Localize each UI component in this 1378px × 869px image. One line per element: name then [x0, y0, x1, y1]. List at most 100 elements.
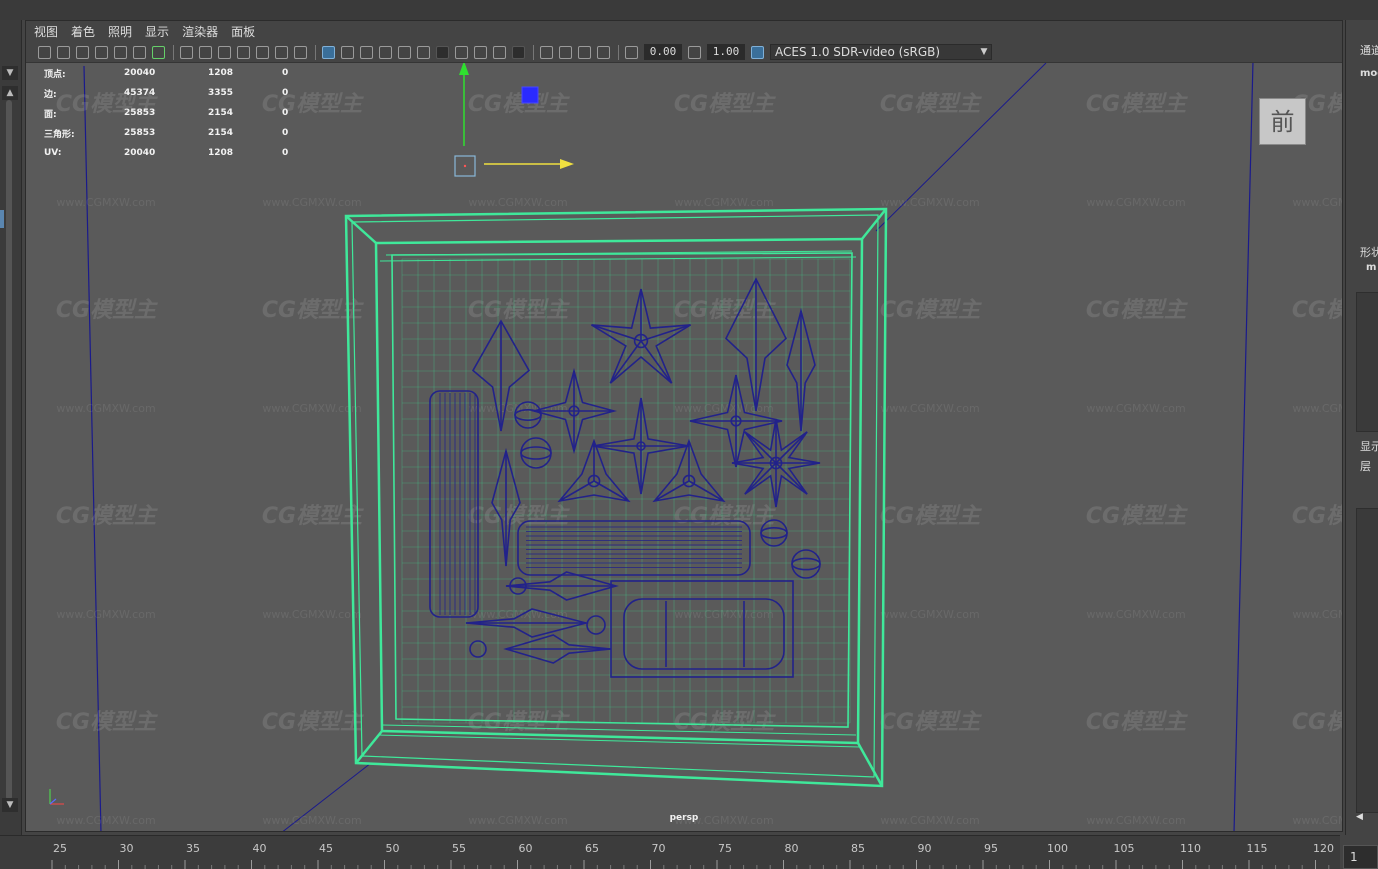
menu-renderer[interactable]: 渲染器: [182, 23, 218, 40]
hud-row: 面: 25853 2154 0: [44, 103, 312, 123]
watermark-logo: CG模型主: [674, 504, 776, 529]
watermark-url: www.CGMXW.com: [674, 196, 773, 209]
gamma-icon[interactable]: [688, 45, 701, 59]
select-camera-icon[interactable]: [38, 45, 51, 59]
menu-view[interactable]: 视图: [34, 23, 58, 40]
toolbar-separator: [315, 44, 316, 60]
exposure-icon[interactable]: [625, 45, 638, 59]
grid-icon[interactable]: [180, 45, 193, 59]
menu-panels[interactable]: 面板: [231, 23, 255, 40]
isolate-select-icon[interactable]: [540, 45, 553, 59]
depth-of-field-icon[interactable]: [512, 45, 525, 59]
textured-icon[interactable]: [398, 45, 411, 59]
hud-row: 顶点: 20040 1208 0: [44, 63, 312, 83]
manipulator-z-handle: [521, 86, 539, 104]
kunai-ring: [586, 615, 606, 635]
annotation-icon[interactable]: [152, 45, 165, 59]
left-tool-panel: ▼ ▲ ▼: [0, 20, 22, 835]
color-management-label: ACES 1.0 SDR-video (sRGB): [775, 45, 941, 59]
safe-action-icon[interactable]: [275, 45, 288, 59]
viewport-panel[interactable]: CG模型主 CG模型主 CG模型主 CG模型主 CG模型主 CG模型主 CG模型主 CG模型主…: [25, 20, 1343, 832]
menu-lighting[interactable]: 照明: [108, 23, 132, 40]
left-scrollbar[interactable]: [6, 100, 12, 800]
watermark-url: www.CGMXW.com: [1292, 196, 1343, 209]
default-material-icon[interactable]: [360, 45, 373, 59]
poly-count-hud: 顶点: 20040 1208 0 边: 45374 3355 0 面: 25853 2154 0 三角形…: [44, 63, 312, 163]
weapon-mesh-group[interactable]: [401, 258, 851, 724]
watermark-logo: CG模型主: [1292, 298, 1343, 323]
watermark-layer: CG模型主 CG模型主 CG模型主 CG模型主 CG模型主 CG模型主 CG模型主 CG模型主…: [56, 92, 1343, 827]
move-manipulator[interactable]: [454, 61, 574, 177]
hud-label: UV:: [44, 148, 62, 158]
2d-pan-zoom-icon[interactable]: [114, 45, 127, 59]
view-cube[interactable]: 前: [1259, 98, 1306, 145]
image-plane-icon[interactable]: [95, 45, 108, 59]
display-tab[interactable]: 显示: [1360, 438, 1378, 454]
bookmarks-icon[interactable]: [76, 45, 89, 59]
color-management-icon[interactable]: [751, 45, 764, 59]
axis-z-line: [49, 798, 57, 805]
timeline-tick-label: 50: [386, 842, 400, 855]
gate-mask-icon[interactable]: [237, 45, 250, 59]
use-all-lights-icon[interactable]: [417, 45, 430, 59]
watermark-url: www.CGMXW.com: [468, 402, 567, 415]
manipulator-x-arrowhead: [560, 159, 574, 169]
resolution-gate-icon[interactable]: [218, 45, 231, 59]
selected-frame-wireframe[interactable]: [344, 207, 888, 788]
motion-blur-icon[interactable]: [474, 45, 487, 59]
watermark-logo: CG模型主: [1292, 504, 1343, 529]
hud-value: 2154: [208, 108, 234, 118]
menu-show[interactable]: 显示: [145, 23, 169, 40]
manipulator-y-arrowhead: [459, 61, 469, 75]
color-management-dropdown[interactable]: ACES 1.0 SDR-video (sRGB) ▼: [770, 44, 992, 60]
frame-bevel-edge: [355, 730, 383, 764]
watermark-logo: CG模型主: [880, 92, 982, 117]
wireframe-shading-icon[interactable]: [322, 45, 335, 59]
hud-value: 1208: [208, 148, 234, 158]
timeline-tick-label: 110: [1180, 842, 1201, 855]
hud-value: 0: [282, 148, 289, 158]
timeline-tick-label: 75: [718, 842, 732, 855]
gamma-field[interactable]: 1.00: [707, 44, 745, 60]
smooth-shading-icon[interactable]: [341, 45, 354, 59]
smoke-bomb-band: [791, 557, 821, 571]
timeline-tick-label: 45: [319, 842, 333, 855]
watermark-url: www.CGMXW.com: [674, 608, 773, 621]
menu-shading[interactable]: 着色: [71, 23, 95, 40]
shadows-icon[interactable]: [436, 45, 449, 59]
film-gate-icon[interactable]: [199, 45, 212, 59]
xray-icon[interactable]: [559, 45, 572, 59]
layer-list[interactable]: [1356, 508, 1378, 813]
ambient-occlusion-icon[interactable]: [455, 45, 468, 59]
xray-joints-icon[interactable]: [597, 45, 610, 59]
frame-bevel-edge: [345, 215, 377, 244]
layers-label[interactable]: 层: [1360, 458, 1371, 474]
timeline-tick-label: 40: [253, 842, 267, 855]
anti-aliasing-icon[interactable]: [493, 45, 506, 59]
timeline-tick-label: 95: [984, 842, 998, 855]
left-collapse-arrow[interactable]: ▼: [2, 66, 18, 80]
watermark-url: www.CGMXW.com: [56, 402, 155, 415]
xray-active-components-icon[interactable]: [578, 45, 591, 59]
camera-name-label: persp: [669, 813, 699, 823]
left-selection-marker: [0, 210, 4, 228]
exposure-field[interactable]: 0.00: [644, 44, 682, 60]
watermark-url: www.CGMXW.com: [262, 402, 361, 415]
shape-name: m: [1366, 262, 1377, 273]
camera-attributes-icon[interactable]: [57, 45, 70, 59]
right-scroll-left-arrow[interactable]: ◀: [1356, 812, 1363, 822]
current-frame-field[interactable]: 1: [1343, 845, 1378, 869]
grease-pencil-icon[interactable]: [133, 45, 146, 59]
left-scroll-up-arrow[interactable]: ▲: [2, 86, 18, 100]
wireframe-on-shaded-icon[interactable]: [379, 45, 392, 59]
time-slider[interactable]: 25 30 35 40 45 50 55 60 65 70 75 80 85 90 95 100 105 110 1…: [0, 835, 1340, 869]
channel-box-tab[interactable]: 通道: [1360, 42, 1378, 58]
field-chart-icon[interactable]: [256, 45, 269, 59]
left-scroll-down-arrow[interactable]: ▼: [2, 798, 18, 812]
safe-title-icon[interactable]: [294, 45, 307, 59]
watermark-url: www.CGMXW.com: [56, 608, 155, 621]
hud-row: 三角形: 25853 2154 0: [44, 123, 312, 143]
hud-label: 顶点:: [44, 69, 66, 80]
timeline-tick-label: 55: [452, 842, 466, 855]
watermark-logo: CG模型主: [262, 710, 364, 735]
